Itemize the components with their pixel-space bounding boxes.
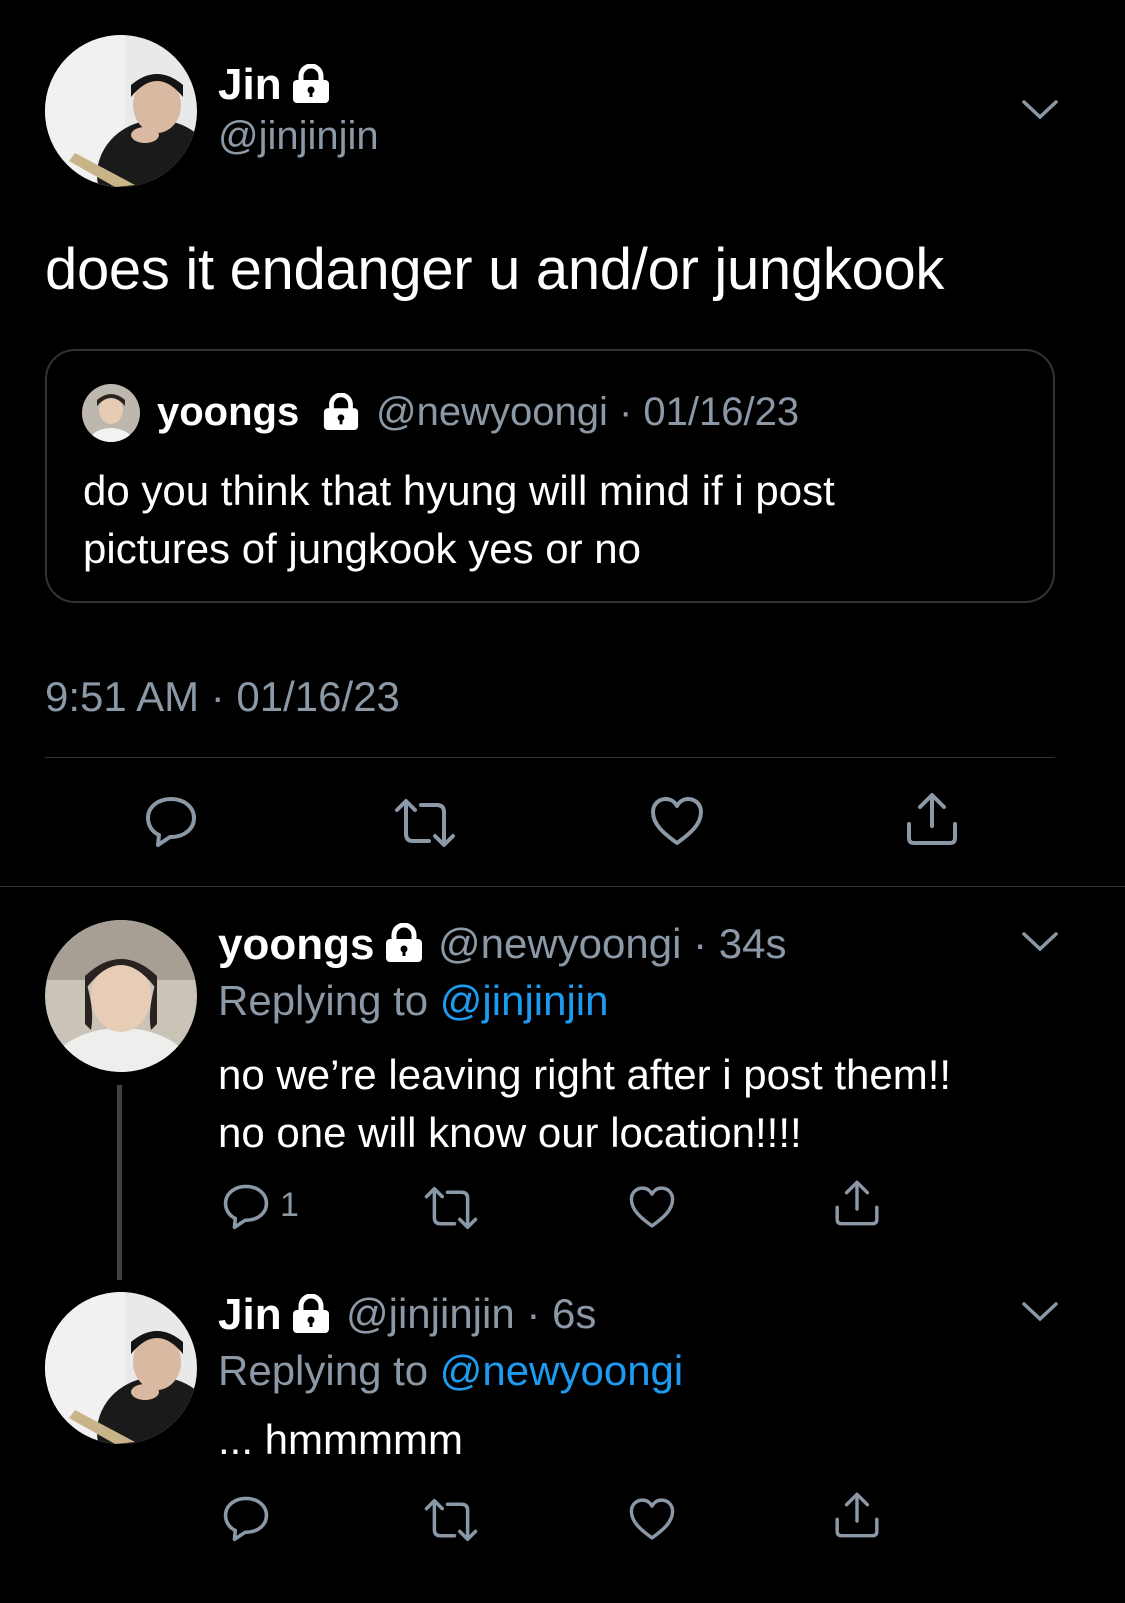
avatar-jin[interactable] — [45, 35, 197, 187]
like-icon[interactable] — [649, 795, 705, 852]
quoted-avatar — [82, 384, 140, 442]
reply-author-name[interactable]: yoongs — [218, 920, 374, 970]
thread-line — [117, 1085, 122, 1280]
lock-icon — [321, 392, 361, 436]
reply-author-name[interactable]: Jin — [218, 1290, 282, 1340]
tweet-timestamp[interactable]: 9:51 AM · 01/16/23 — [45, 673, 400, 721]
share-icon[interactable] — [832, 1178, 882, 1233]
lock-icon — [290, 1293, 332, 1339]
chevron-down-icon[interactable] — [1020, 930, 1060, 954]
reply-author-handle[interactable]: @jinjinjin — [346, 1290, 515, 1337]
quoted-author-name: yoongs — [157, 390, 300, 434]
reply-icon[interactable] — [144, 794, 198, 853]
quoted-text: do you think that hyung will mind if i p… — [83, 462, 835, 578]
reply-time: · 6s — [526, 1290, 597, 1337]
quoted-text-line: pictures of jungkook yes or no — [83, 525, 641, 572]
replying-to-label: Replying to — [218, 977, 440, 1024]
avatar-jin[interactable] — [45, 1292, 197, 1444]
replying-to-label: Replying to — [218, 1347, 440, 1394]
divider — [45, 757, 1055, 758]
reply-text: no we’re leaving right after i post them… — [218, 1046, 951, 1162]
chevron-down-icon[interactable] — [1020, 1300, 1060, 1324]
lock-icon — [383, 922, 425, 968]
retweet-icon[interactable] — [423, 1184, 479, 1237]
reply-icon[interactable] — [222, 1182, 270, 1235]
lock-icon — [290, 63, 332, 109]
retweet-icon[interactable] — [393, 796, 457, 855]
like-icon[interactable] — [628, 1184, 676, 1235]
quoted-date: · 01/16/23 — [618, 390, 800, 434]
retweet-icon[interactable] — [423, 1496, 479, 1549]
reply-text: ... hmmmmm — [218, 1416, 463, 1463]
share-icon[interactable] — [903, 790, 961, 853]
like-icon[interactable] — [628, 1496, 676, 1547]
reply-text-line: no one will know our location!!!! — [218, 1109, 802, 1156]
author-name[interactable]: Jin — [218, 60, 282, 110]
quoted-author-handle: @newyoongi — [376, 390, 608, 434]
reply-author-handle[interactable]: @newyoongi — [438, 920, 681, 967]
reply-icon[interactable] — [222, 1494, 270, 1547]
tweet-text: does it endanger u and/or jungkook — [45, 237, 945, 302]
replying-to-mention[interactable]: @jinjinjin — [440, 977, 609, 1024]
reply-text-line: no we’re leaving right after i post them… — [218, 1051, 952, 1098]
reply-time: · 34s — [693, 920, 787, 967]
share-icon[interactable] — [832, 1490, 882, 1545]
quoted-text-line: do you think that hyung will mind if i p… — [83, 467, 835, 514]
author-handle[interactable]: @jinjinjin — [218, 114, 379, 159]
replying-to-mention[interactable]: @newyoongi — [440, 1347, 683, 1394]
avatar-yoongs[interactable] — [45, 920, 197, 1072]
chevron-down-icon[interactable] — [1020, 98, 1060, 122]
reply-count: 1 — [280, 1186, 299, 1224]
section-divider — [0, 886, 1125, 887]
